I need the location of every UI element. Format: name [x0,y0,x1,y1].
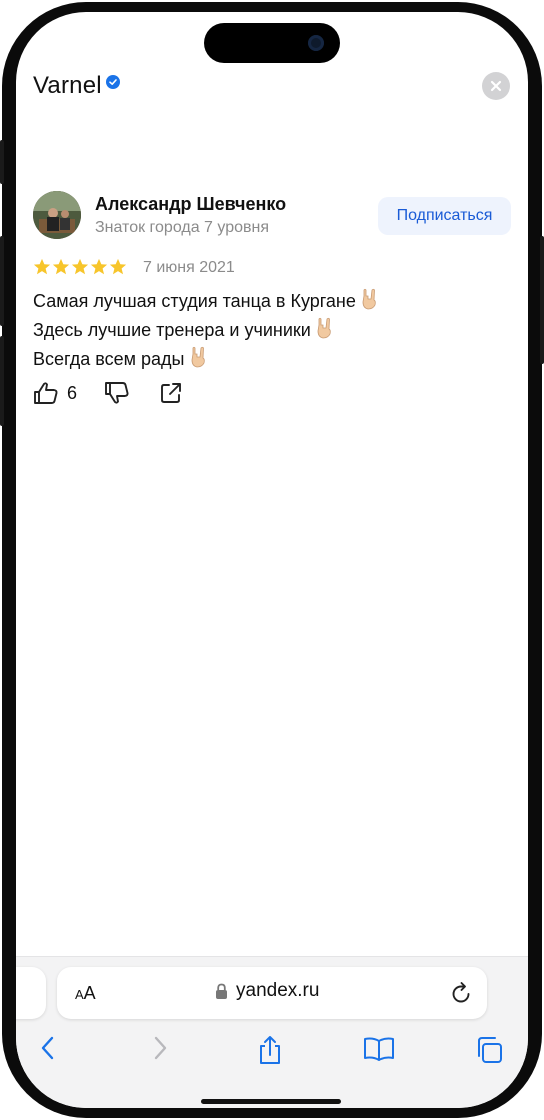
close-button[interactable] [482,72,510,100]
like-button[interactable]: 6 [33,381,77,405]
like-count: 6 [67,382,78,403]
lock-icon [216,983,227,999]
star-icon [33,258,51,275]
forward-button[interactable] [150,1035,170,1066]
review-line: Самая лучшая студия танца в Кургане [33,288,380,317]
star-icon [71,258,89,275]
url-text: yandex.ru [236,980,320,1001]
share-button[interactable] [256,1035,284,1070]
back-button[interactable] [38,1035,58,1066]
screen: Varnel Александр Шевченко Знаток города … [16,12,528,1108]
verified-check-icon [105,75,120,89]
thumbs-down-icon [105,382,129,404]
address-bar[interactable]: AA yandex.ru [57,967,487,1019]
share-icon [260,1036,280,1064]
subscribe-button[interactable]: Подписаться [378,197,511,235]
author-name[interactable]: Александр Шевченко [95,194,286,215]
rock-hand-emoji-icon [360,288,380,317]
previous-tab-preview[interactable] [16,967,46,1019]
avatar[interactable] [33,191,81,239]
star-icon [109,258,127,275]
review-line: Здесь лучшие тренера и учиники [33,317,380,346]
rock-hand-emoji-icon [189,346,209,375]
business-name: Varnel [33,72,102,99]
url-display[interactable]: yandex.ru [215,980,319,1002]
review-line: Всегда всем рады [33,346,380,375]
home-indicator [201,1099,341,1104]
tabs-icon [478,1037,502,1063]
action-button [0,140,4,184]
share-external-icon [161,383,181,403]
dislike-button[interactable] [104,381,130,405]
back-icon [41,1036,54,1060]
star-icon [52,258,70,275]
tabs-button[interactable] [474,1035,504,1070]
close-icon [490,80,502,92]
volume-down-button [0,336,4,426]
bookmarks-icon [364,1037,394,1061]
star-icon [90,258,108,275]
review-text: Самая лучшая студия танца в Кургане Здес… [33,288,380,375]
power-button [540,236,544,364]
share-review-button[interactable] [159,381,183,405]
camera-icon [308,35,324,51]
volume-up-button [0,236,4,326]
reload-button[interactable] [449,980,473,1011]
rating-stars [33,258,127,276]
reload-icon [452,982,470,1003]
forward-icon [154,1036,167,1060]
text-size-button[interactable]: AA [75,983,96,1004]
dynamic-island [204,23,340,63]
author-level: Знаток города 7 уровня [95,219,270,236]
thumbs-up-icon [34,382,58,404]
business-title: Varnel [33,72,120,100]
browser-bottom-bar: AA yandex.ru [16,956,528,1108]
bookmarks-button[interactable] [363,1035,395,1068]
review-date: 7 июня 2021 [143,259,235,276]
rock-hand-emoji-icon [315,317,335,346]
